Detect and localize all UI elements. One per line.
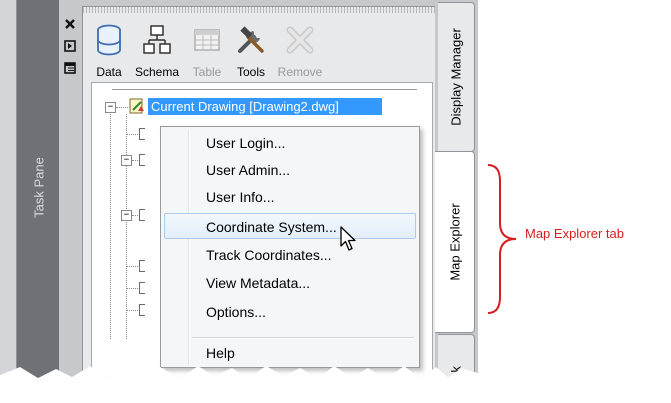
tools-label: Tools [236, 65, 265, 79]
current-drawing-node[interactable]: Current Drawing [Drawing2.dwg] [148, 98, 382, 115]
menu-item-label: Options... [206, 304, 266, 320]
menu-item-label: User Info... [206, 189, 275, 205]
menu-item-label: View Metadata... [206, 275, 311, 291]
tree-header-line [112, 89, 417, 90]
close-icon[interactable] [63, 18, 77, 30]
tree-connector [110, 114, 112, 339]
menu-item-user-login[interactable]: User Login... [164, 130, 416, 156]
pane-control-strip [59, 0, 81, 379]
tab-label: ok [448, 366, 464, 380]
menu-item-help[interactable]: Help [164, 340, 416, 366]
table-icon [192, 23, 222, 57]
remove-label: Remove [277, 65, 323, 79]
menu-item-label: User Admin... [206, 162, 291, 178]
properties-icon[interactable] [63, 62, 77, 74]
tree-item-icon [139, 209, 145, 221]
tab-label: Display Manager [448, 28, 464, 126]
panel-grip [83, 7, 435, 13]
remove-button[interactable]: Remove [275, 23, 325, 79]
window-edge [0, 0, 17, 379]
collapse-icon[interactable]: − [121, 210, 132, 221]
task-pane-title-bar[interactable]: Task Pane [17, 0, 60, 379]
database-icon [94, 23, 124, 57]
menu-item-label: User Login... [206, 135, 286, 151]
palette-tab-strip: Display Manager Map Explorer ok [435, 0, 478, 380]
tree-item-icon [139, 154, 145, 166]
task-pane-window: Task Pane Data Schema Table Tools Remove… [0, 0, 478, 380]
menu-item-options[interactable]: Options... [164, 299, 416, 325]
auto-hide-icon[interactable] [63, 40, 77, 52]
callout-label: Map Explorer tab [525, 226, 624, 241]
tree-connector [116, 107, 128, 109]
drawing-icon [129, 98, 145, 114]
tab-truncated[interactable]: ok [438, 334, 475, 380]
menu-item-user-admin[interactable]: User Admin... [164, 157, 416, 183]
tab-label: Map Explorer [447, 203, 462, 281]
data-button[interactable]: Data [91, 23, 127, 79]
menu-separator [192, 337, 414, 339]
menu-item-track-coordinates[interactable]: Track Coordinates... [164, 242, 416, 268]
tree-item-icon [139, 128, 145, 140]
tree-item-icon [139, 260, 145, 272]
schema-button[interactable]: Schema [131, 23, 183, 79]
collapse-icon[interactable]: − [105, 102, 116, 113]
menu-item-label: Coordinate System... [206, 219, 337, 235]
schema-label: Schema [134, 65, 180, 79]
menu-item-user-info[interactable]: User Info... [164, 184, 416, 210]
wrench-hammer-icon [236, 23, 266, 57]
menu-item-label: Track Coordinates... [206, 247, 332, 263]
context-menu: User Login... User Admin... User Info...… [160, 126, 420, 368]
tab-map-explorer[interactable]: Map Explorer [435, 151, 475, 333]
callout-brace [486, 163, 520, 319]
menu-item-coordinate-system[interactable]: Coordinate System... [164, 213, 416, 239]
tree-item-icon [139, 304, 145, 316]
menu-item-label: Help [206, 345, 235, 361]
data-label: Data [96, 65, 122, 79]
collapse-icon[interactable]: − [121, 155, 132, 166]
remove-icon [285, 23, 315, 57]
task-pane-label: Task Pane [31, 157, 47, 218]
tab-display-manager[interactable]: Display Manager [438, 2, 475, 152]
tree-connector [126, 114, 128, 339]
tree-item-icon [139, 282, 145, 294]
table-button[interactable]: Table [187, 23, 227, 79]
menu-item-view-metadata[interactable]: View Metadata... [164, 270, 416, 296]
tools-button[interactable]: Tools [231, 23, 271, 79]
schema-icon [142, 23, 172, 57]
mouse-pointer-icon [340, 226, 358, 256]
table-label: Table [192, 65, 222, 79]
